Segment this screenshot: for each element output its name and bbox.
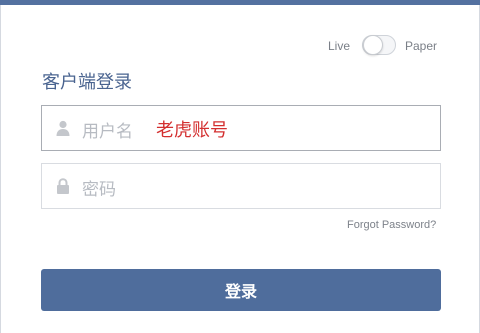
left-border bbox=[0, 5, 1, 333]
user-icon bbox=[56, 120, 70, 136]
page-title: 客户端登录 bbox=[42, 72, 132, 93]
username-placeholder: 用户名 bbox=[82, 122, 133, 142]
password-field[interactable]: 密码 bbox=[41, 163, 441, 209]
lock-icon bbox=[57, 178, 69, 194]
password-placeholder: 密码 bbox=[82, 180, 116, 200]
top-accent-bar bbox=[0, 0, 480, 5]
login-button[interactable]: 登录 bbox=[41, 269, 441, 311]
toggle-knob bbox=[363, 35, 383, 55]
username-field[interactable]: 用户名 老虎账号 bbox=[41, 105, 441, 151]
live-label: Live bbox=[328, 39, 351, 53]
username-value: 老虎账号 bbox=[156, 120, 228, 141]
forgot-password-link[interactable]: Forgot Password? bbox=[347, 219, 436, 231]
paper-label: Paper bbox=[405, 39, 438, 53]
live-paper-toggle[interactable] bbox=[362, 35, 396, 55]
